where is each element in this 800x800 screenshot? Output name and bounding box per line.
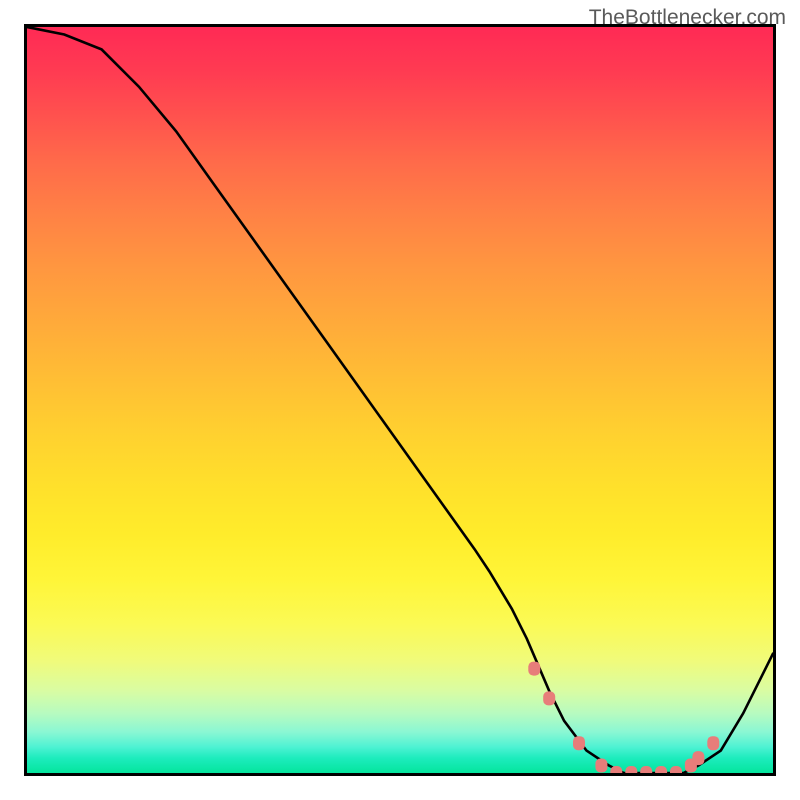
marker-point <box>528 662 540 676</box>
marker-point <box>655 766 667 773</box>
curve-path <box>27 27 773 773</box>
marker-point <box>573 736 585 750</box>
marker-point <box>640 766 652 773</box>
plot-area <box>24 24 776 776</box>
marker-point <box>670 766 682 773</box>
chart-container: TheBottlenecker.com <box>0 0 800 800</box>
marker-point <box>625 766 637 773</box>
curve-markers <box>528 662 719 773</box>
marker-point <box>543 691 555 705</box>
marker-point <box>595 759 607 773</box>
watermark-text: TheBottlenecker.com <box>589 6 786 30</box>
marker-point <box>692 751 704 765</box>
marker-point <box>707 736 719 750</box>
bottleneck-curve <box>27 27 773 773</box>
